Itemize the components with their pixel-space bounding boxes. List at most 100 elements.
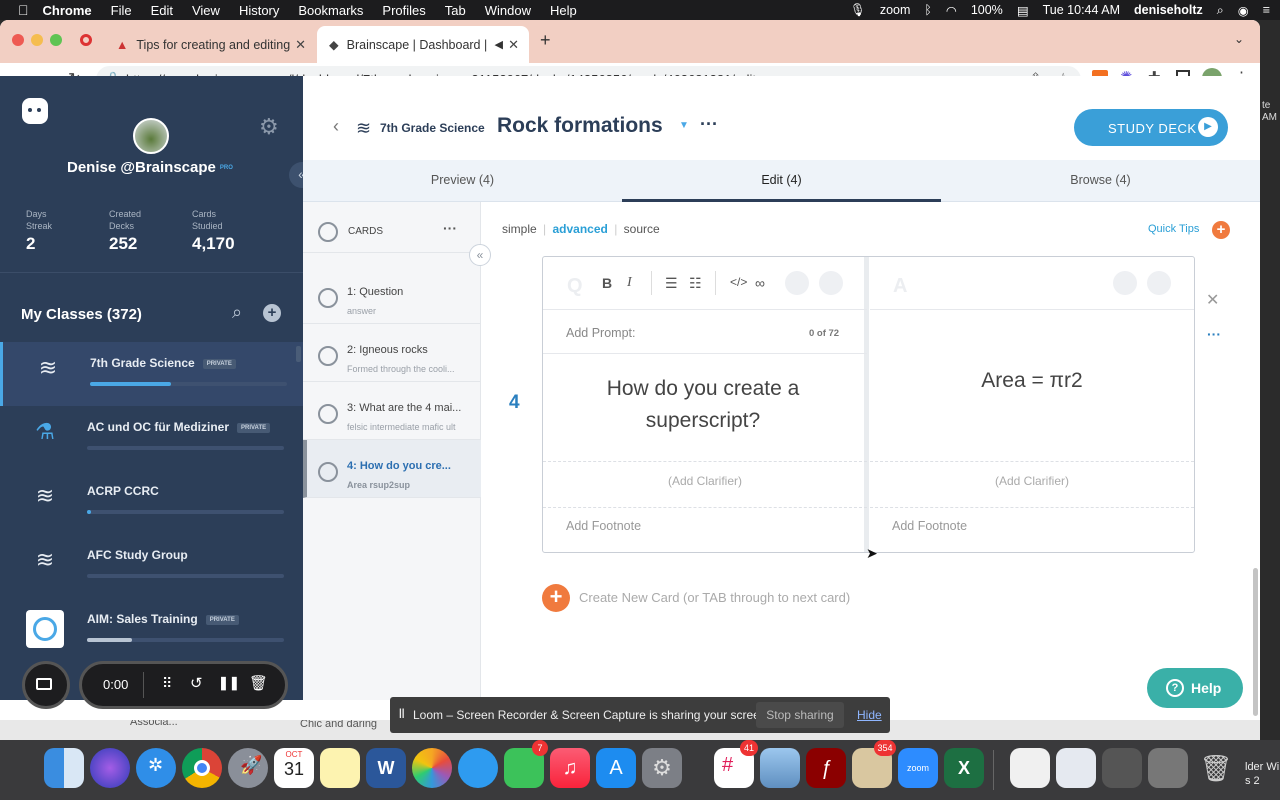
- drag-handle-icon[interactable]: ||: [399, 708, 405, 719]
- messages-icon[interactable]: [458, 748, 498, 788]
- battery-percent[interactable]: 100%: [971, 3, 1003, 17]
- apple-icon[interactable]: : [18, 2, 29, 18]
- downloads-stack-icon[interactable]: [1148, 748, 1188, 788]
- recent-document-icon[interactable]: [1010, 748, 1050, 788]
- hide-button[interactable]: Hide: [857, 708, 882, 722]
- add-audio-icon[interactable]: [819, 271, 843, 295]
- card-list-item[interactable]: 2: Igneous rocks Formed through the cool…: [303, 324, 481, 382]
- close-tab-icon[interactable]: ✕: [295, 37, 306, 53]
- launchpad-icon[interactable]: 🚀: [228, 748, 268, 788]
- microphone-icon[interactable]: 🎙: [850, 3, 866, 18]
- study-deck-button[interactable]: STUDY DECK ▶: [1074, 109, 1228, 146]
- trash-icon[interactable]: 🗑: [249, 674, 268, 692]
- card-select-circle[interactable]: [318, 462, 338, 482]
- chrome-icon[interactable]: [182, 748, 222, 788]
- zoom-app-icon[interactable]: zoom: [898, 748, 938, 788]
- select-all-checkbox[interactable]: [318, 222, 338, 242]
- user-avatar[interactable]: [133, 118, 169, 154]
- bluetooth-icon[interactable]: ᛒ: [924, 3, 932, 17]
- create-new-card-link[interactable]: Create New Card (or TAB through to next …: [579, 590, 850, 605]
- card-list-item-selected[interactable]: 4: How do you cre... Area rsup2sup: [303, 440, 481, 498]
- app-store-icon[interactable]: A: [596, 748, 636, 788]
- question-clarifier-field[interactable]: (Add Clarifier): [543, 474, 867, 488]
- answer-text[interactable]: Area = πr2: [870, 369, 1194, 393]
- mode-simple[interactable]: simple: [502, 222, 537, 236]
- answer-footnote-field[interactable]: Add Footnote: [892, 519, 967, 533]
- slack-icon[interactable]: # 41: [714, 740, 758, 788]
- card-select-circle[interactable]: [318, 288, 338, 308]
- card-select-circle[interactable]: [318, 404, 338, 424]
- menu-file[interactable]: File: [111, 3, 132, 18]
- control-center-icon[interactable]: ≡: [1263, 3, 1270, 17]
- mode-source[interactable]: source: [624, 222, 660, 236]
- music-icon[interactable]: ♫: [550, 748, 590, 788]
- add-image-icon[interactable]: [1113, 271, 1137, 295]
- menu-profiles[interactable]: Profiles: [382, 3, 425, 18]
- recent-folder-icon[interactable]: [1102, 748, 1142, 788]
- add-image-icon[interactable]: [785, 271, 809, 295]
- sidebar-scrollbar[interactable]: [296, 346, 301, 362]
- add-prompt-field[interactable]: Add Prompt:: [566, 326, 635, 340]
- word-icon[interactable]: W: [366, 748, 406, 788]
- tab-search-chevron-icon[interactable]: ⌄: [1234, 32, 1244, 46]
- drag-handle-icon[interactable]: ⠿: [162, 675, 172, 692]
- link-icon[interactable]: ∞: [755, 275, 765, 291]
- close-tab-icon[interactable]: ✕: [508, 37, 519, 53]
- add-class-icon[interactable]: +: [263, 304, 281, 322]
- maximize-window-button[interactable]: [50, 34, 62, 46]
- question-footnote-field[interactable]: Add Footnote: [566, 519, 641, 533]
- browser-tab-tips[interactable]: ▲ Tips for creating and editing yo ✕: [104, 26, 316, 63]
- menu-history[interactable]: History: [239, 3, 279, 18]
- siri-icon[interactable]: [90, 748, 130, 788]
- facetime-icon[interactable]: 7: [504, 740, 548, 788]
- question-text[interactable]: How do you create a superscript?: [593, 373, 813, 437]
- flag-icon[interactable]: ▤: [1017, 3, 1029, 18]
- excel-icon[interactable]: X: [944, 748, 984, 788]
- class-item-acrp-ccrc[interactable]: ≋ ACRP CCRC: [0, 470, 303, 534]
- add-audio-icon[interactable]: [1147, 271, 1171, 295]
- menu-tab[interactable]: Tab: [445, 3, 466, 18]
- card-list-item[interactable]: 1: Question answer: [303, 266, 481, 324]
- tab-browse[interactable]: Browse (4): [941, 160, 1260, 202]
- class-item-ac-und-oc[interactable]: ⚗ AC und OC für Mediziner PRIVATE: [0, 406, 303, 470]
- browser-tab-brainscape[interactable]: ◆ Brainscape | Dashboard | C ◀ ✕: [317, 26, 529, 63]
- user-name[interactable]: Denise @Brainscape PRO: [67, 159, 233, 176]
- menu-bookmarks[interactable]: Bookmarks: [298, 3, 363, 18]
- class-item-aim-sales-training[interactable]: AIM: Sales Training PRIVATE: [0, 598, 303, 662]
- menu-window[interactable]: Window: [485, 3, 531, 18]
- breadcrumb-class[interactable]: 7th Grade Science: [380, 121, 485, 135]
- minimize-window-button[interactable]: [31, 34, 43, 46]
- spotlight-search-icon[interactable]: ⌕: [1217, 3, 1224, 18]
- deck-more-options-icon[interactable]: ···: [700, 114, 718, 135]
- recent-document-icon[interactable]: [1056, 748, 1096, 788]
- help-button[interactable]: ? Help: [1147, 668, 1243, 708]
- card-select-circle[interactable]: [318, 346, 338, 366]
- menu-app-name[interactable]: Chrome: [43, 3, 92, 18]
- deck-title-dropdown-icon[interactable]: ▼: [679, 120, 689, 131]
- class-item-7th-grade-science[interactable]: ≋ 7th Grade Science PRIVATE: [0, 342, 303, 406]
- quick-tips-plus-icon[interactable]: +: [1212, 221, 1230, 239]
- finder-icon[interactable]: [44, 748, 84, 788]
- delete-card-icon[interactable]: ✕: [1206, 290, 1219, 310]
- page-scrollbar[interactable]: [1253, 568, 1258, 716]
- card-more-options-icon[interactable]: ···: [1207, 326, 1221, 342]
- tab-preview[interactable]: Preview (4): [303, 160, 622, 202]
- menu-edit[interactable]: Edit: [151, 3, 173, 18]
- deck-title[interactable]: Rock formations: [497, 114, 663, 138]
- bullet-list-icon[interactable]: ☰: [665, 275, 678, 292]
- pause-icon[interactable]: ❚❚: [218, 675, 240, 691]
- italic-icon[interactable]: I: [627, 275, 632, 291]
- quick-tips-link[interactable]: Quick Tips: [1148, 223, 1199, 235]
- back-chevron-icon[interactable]: ‹: [333, 116, 339, 137]
- card-list-item[interactable]: 3: What are the 4 mai... felsic intermed…: [303, 382, 481, 440]
- brainscape-logo-icon[interactable]: [22, 98, 48, 124]
- wifi-icon[interactable]: ◠: [946, 3, 957, 18]
- acrobat-icon[interactable]: ƒ: [806, 748, 846, 788]
- calendar-icon[interactable]: OCT 31: [274, 748, 314, 788]
- zoom-menu[interactable]: zoom: [880, 3, 911, 17]
- code-icon[interactable]: </>: [730, 275, 747, 289]
- safari-icon[interactable]: ✲: [136, 748, 176, 788]
- collapse-card-list-button[interactable]: «: [469, 244, 491, 266]
- mail-stamp-icon[interactable]: 354: [852, 740, 896, 788]
- new-tab-button[interactable]: +: [540, 30, 551, 51]
